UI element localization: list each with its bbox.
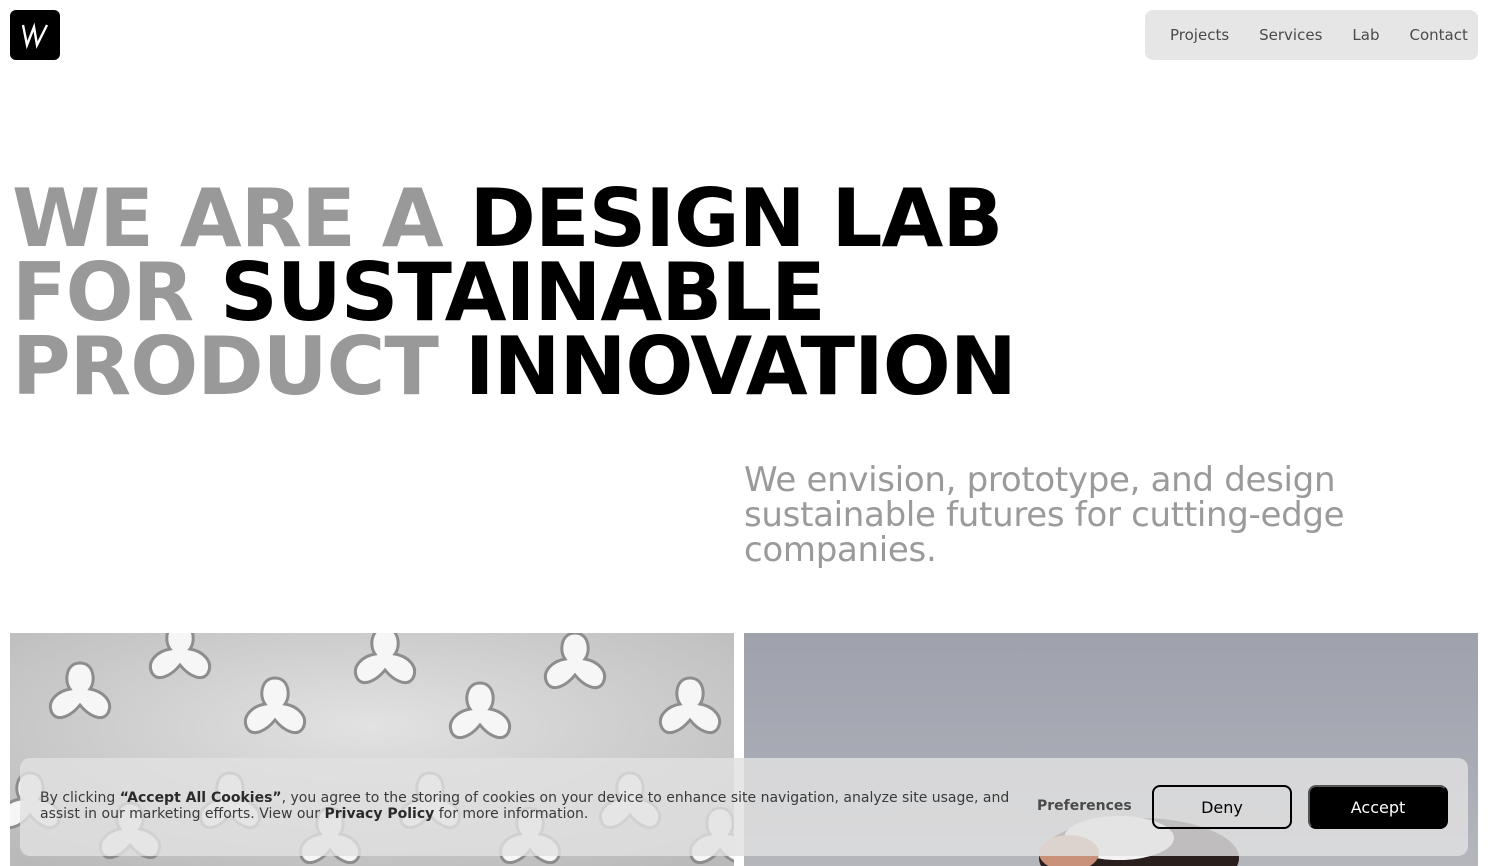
hero-line-3-strong: INNOVATION <box>464 320 1017 413</box>
nav-item-services[interactable]: Services <box>1259 26 1322 44</box>
hero-line-2: FOR SUSTAINABLE <box>12 253 1016 333</box>
preferences-button[interactable]: Preferences <box>1037 798 1132 814</box>
privacy-policy-link[interactable]: Privacy Policy <box>325 806 435 822</box>
accept-button[interactable]: Accept <box>1308 785 1448 829</box>
hero-heading: WE ARE A DESIGN LAB FOR SUSTAINABLE PROD… <box>12 179 1017 407</box>
hero-subtext: We envision, prototype, and design susta… <box>744 460 1345 570</box>
nav-item-projects[interactable]: Projects <box>1170 26 1229 44</box>
cookie-banner: By clicking “Accept All Cookies”, you ag… <box>20 758 1468 856</box>
w-logo-icon <box>21 22 49 49</box>
hero-line-1: WE ARE A DESIGN LAB <box>12 179 1016 259</box>
hero-line-3-muted: PRODUCT <box>12 320 439 413</box>
nav-item-contact[interactable]: Contact <box>1409 26 1467 44</box>
deny-button[interactable]: Deny <box>1152 785 1292 829</box>
top-nav: Projects Services Lab Contact <box>1145 10 1478 60</box>
cookie-message: By clicking “Accept All Cookies”, you ag… <box>40 790 1030 822</box>
nav-item-lab[interactable]: Lab <box>1352 26 1379 44</box>
hero-line-3: PRODUCT INNOVATION <box>12 327 1017 407</box>
cookie-text-prefix: By clicking <box>40 790 120 806</box>
cookie-text-suffix: for more information. <box>434 806 589 822</box>
cookie-text-accept-all: “Accept All Cookies” <box>119 790 282 806</box>
home-logo-link[interactable] <box>10 10 60 60</box>
